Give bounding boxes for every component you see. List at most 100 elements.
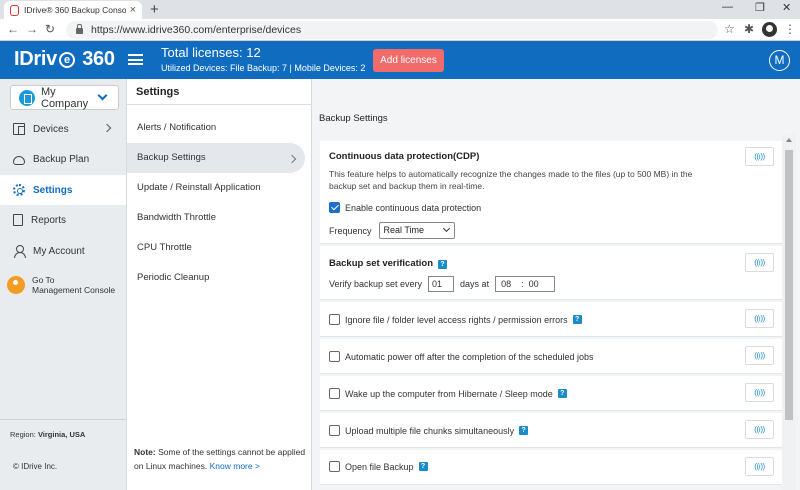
chevron-down-icon bbox=[97, 90, 108, 101]
help-icon[interactable]: ? bbox=[418, 462, 428, 471]
linux-note: Note: Some of the settings cannot be app… bbox=[134, 447, 306, 471]
management-console-label: Go To Management Console bbox=[32, 275, 116, 295]
chevron-right-icon bbox=[102, 123, 112, 133]
browser-menu-icon[interactable]: ⋮ bbox=[784, 22, 796, 36]
verification-title-row: Backup set verification? bbox=[329, 258, 448, 269]
bookmark-star-icon[interactable]: ☆ bbox=[724, 22, 735, 36]
browser-tab[interactable]: IDrive® 360 Backup Console for × bbox=[4, 1, 142, 19]
go-to-management-console[interactable]: Go To Management Console bbox=[7, 275, 115, 295]
sidebar-item-label: Settings bbox=[33, 184, 73, 196]
option-label: Open file Backup bbox=[345, 461, 414, 472]
report-icon bbox=[13, 214, 23, 226]
scroll-up-icon[interactable] bbox=[786, 138, 792, 142]
browser-profile-icon[interactable] bbox=[762, 22, 777, 37]
know-more-link[interactable]: Know more > bbox=[210, 461, 260, 471]
hour-value: 08 bbox=[501, 279, 512, 289]
devices-icon bbox=[13, 123, 25, 135]
option-row-ignore-permissions: Ignore file / folder level access rights… bbox=[320, 302, 782, 337]
tab-close-icon[interactable]: × bbox=[130, 4, 136, 16]
browser-toolbar: ← → ↻ https://www.idrive360.com/enterpri… bbox=[0, 19, 800, 41]
sidebar-item-label: Backup Plan bbox=[33, 153, 90, 165]
option-checkbox[interactable] bbox=[329, 351, 340, 362]
time-colon: : bbox=[521, 279, 524, 289]
verification-card: Backup set verification? Verify backup s… bbox=[320, 246, 782, 300]
close-window-icon[interactable]: ✕ bbox=[782, 1, 791, 14]
settings-menu-alerts[interactable]: Alerts / Notification bbox=[127, 113, 305, 143]
new-tab-button[interactable]: + bbox=[150, 1, 159, 18]
forward-icon[interactable]: → bbox=[26, 22, 38, 36]
copyright: © IDrive Inc. bbox=[13, 462, 58, 471]
region-info: Region: Virginia, USA bbox=[10, 430, 86, 439]
settings-menu-bandwidth[interactable]: Bandwidth Throttle bbox=[127, 203, 305, 233]
sidebar-item-label: My Account bbox=[33, 245, 85, 257]
address-bar[interactable]: https://www.idrive360.com/enterprise/dev… bbox=[66, 21, 718, 39]
frequency-label: Frequency bbox=[329, 225, 372, 236]
option-checkbox[interactable] bbox=[329, 425, 340, 436]
cdp-enable-row: Enable continuous data protection bbox=[329, 202, 481, 213]
help-icon[interactable]: ? bbox=[438, 260, 448, 269]
idrive-360-logo[interactable]: IDriv e 360 bbox=[14, 48, 115, 71]
settings-menu-cleanup[interactable]: Periodic Cleanup bbox=[127, 263, 305, 293]
cdp-enable-checkbox[interactable] bbox=[329, 202, 340, 213]
option-row: Wake up the computer from Hibernate / Sl… bbox=[329, 388, 567, 399]
broadcast-icon[interactable]: ((ı)) bbox=[745, 420, 774, 439]
cdp-enable-label: Enable continuous data protection bbox=[345, 202, 482, 213]
sidebar-item-label: Devices bbox=[33, 123, 69, 135]
broadcast-icon[interactable]: ((ı)) bbox=[745, 309, 774, 328]
option-row-upload-chunks: Upload multiple file chunks simultaneous… bbox=[320, 413, 782, 448]
settings-menu-update[interactable]: Update / Reinstall Application bbox=[127, 173, 305, 203]
building-icon bbox=[19, 89, 35, 106]
main-scrollbar[interactable] bbox=[782, 134, 796, 490]
user-avatar[interactable]: M bbox=[769, 50, 790, 71]
option-row-open-file-backup: Open file Backup ? ((ı)) bbox=[320, 450, 782, 485]
verify-every-label: Verify backup set every bbox=[329, 279, 423, 289]
broadcast-icon[interactable]: ((ı)) bbox=[745, 346, 774, 365]
back-icon[interactable]: ← bbox=[7, 22, 19, 36]
option-label: Wake up the computer from Hibernate / Sl… bbox=[345, 388, 553, 399]
backup-settings-panel: Backup Settings Continuous data protecti… bbox=[312, 79, 800, 490]
help-icon[interactable]: ? bbox=[557, 389, 567, 398]
gear-icon bbox=[13, 184, 25, 196]
frequency-select[interactable]: Real Time bbox=[378, 222, 455, 239]
broadcast-icon[interactable]: ((ı)) bbox=[745, 383, 774, 402]
option-row: Upload multiple file chunks simultaneous… bbox=[329, 425, 529, 436]
minute-value: 00 bbox=[528, 279, 539, 289]
cdp-description: This feature helps to automatically reco… bbox=[329, 169, 693, 191]
option-checkbox[interactable] bbox=[329, 388, 340, 399]
restore-icon[interactable]: ❐ bbox=[755, 1, 765, 14]
scroll-thumb[interactable] bbox=[785, 150, 793, 420]
broadcast-icon[interactable]: ((ı)) bbox=[745, 147, 774, 166]
sidebar-item-settings[interactable]: Settings bbox=[0, 175, 126, 205]
option-checkbox[interactable] bbox=[329, 461, 340, 472]
reload-icon[interactable]: ↻ bbox=[45, 22, 55, 36]
broadcast-icon[interactable]: ((ı)) bbox=[745, 253, 774, 272]
days-input[interactable]: 01 bbox=[428, 276, 455, 292]
extensions-icon[interactable]: ✱ bbox=[744, 22, 754, 36]
lock-icon bbox=[76, 24, 83, 34]
broadcast-icon[interactable]: ((ı)) bbox=[745, 457, 774, 476]
help-icon[interactable]: ? bbox=[572, 315, 582, 324]
cloud-upload-icon bbox=[13, 155, 25, 165]
sidebar-item-devices[interactable]: Devices bbox=[0, 114, 126, 144]
hamburger-menu-icon[interactable] bbox=[128, 54, 143, 65]
cdp-title: Continuous data protection(CDP) bbox=[329, 151, 480, 162]
company-selector[interactable]: My Company bbox=[10, 85, 119, 110]
option-checkbox[interactable] bbox=[329, 314, 340, 325]
page-title: Settings bbox=[136, 86, 180, 98]
minimize-icon[interactable]: — bbox=[722, 1, 733, 13]
time-input[interactable]: 08 : 00 bbox=[495, 276, 556, 292]
frequency-row: Frequency Real Time bbox=[329, 222, 455, 239]
sidebar-item-backup-plan[interactable]: Backup Plan bbox=[0, 144, 126, 174]
idrive-favicon-icon bbox=[10, 4, 19, 16]
help-icon[interactable]: ? bbox=[519, 426, 529, 435]
settings-menu-backup-settings[interactable]: Backup Settings bbox=[127, 143, 305, 173]
section-heading: Backup Settings bbox=[312, 104, 800, 134]
sidebar-item-my-account[interactable]: My Account bbox=[0, 236, 126, 266]
option-row: Open file Backup ? bbox=[329, 461, 428, 472]
settings-menu-cpu[interactable]: CPU Throttle bbox=[127, 233, 305, 263]
option-label: Automatic power off after the completion… bbox=[345, 351, 594, 362]
days-at-label: days at bbox=[460, 279, 490, 289]
sidebar-item-reports[interactable]: Reports bbox=[0, 205, 126, 235]
total-licenses: Total licenses: 12 bbox=[161, 45, 261, 60]
add-licenses-button[interactable]: Add licenses bbox=[373, 49, 444, 72]
